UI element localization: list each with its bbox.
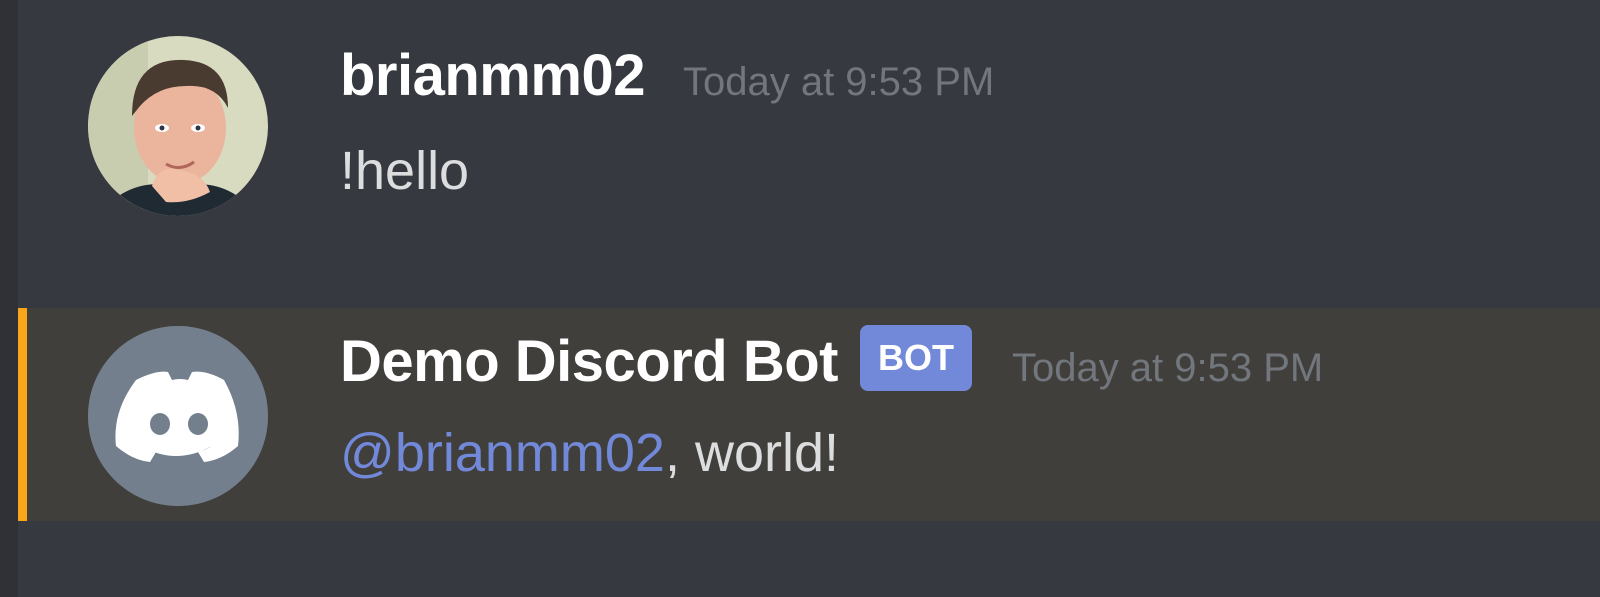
timestamp[interactable]: Today at 9:53 PM — [683, 60, 994, 105]
message-item: brianmm02 Today at 9:53 PM !hello — [18, 28, 1600, 248]
bot-badge: BOT — [859, 324, 972, 391]
mention-highlight-bar — [18, 308, 27, 521]
channel-edge — [0, 0, 18, 597]
user-mention[interactable]: @brianmm02 — [340, 423, 665, 483]
user-photo-icon — [88, 36, 268, 216]
bot-username[interactable]: Demo Discord Bot — [340, 328, 838, 395]
message-header: brianmm02 Today at 9:53 PM — [340, 42, 994, 109]
bot-avatar[interactable] — [88, 326, 268, 506]
discord-logo-icon — [88, 326, 268, 506]
timestamp[interactable]: Today at 9:53 PM — [1012, 346, 1323, 391]
message-text: , world! — [664, 423, 839, 483]
message-header: Demo Discord Bot BOT Today at 9:53 PM — [340, 324, 1323, 395]
message-item-mentioned: Demo Discord Bot BOT Today at 9:53 PM @b… — [18, 308, 1600, 521]
user-avatar[interactable] — [88, 36, 268, 216]
username[interactable]: brianmm02 — [340, 42, 645, 109]
message-content: @brianmm02, world! — [340, 422, 839, 484]
chat-messages: brianmm02 Today at 9:53 PM !hello Demo D… — [0, 0, 1600, 597]
message-content: !hello — [340, 141, 470, 201]
